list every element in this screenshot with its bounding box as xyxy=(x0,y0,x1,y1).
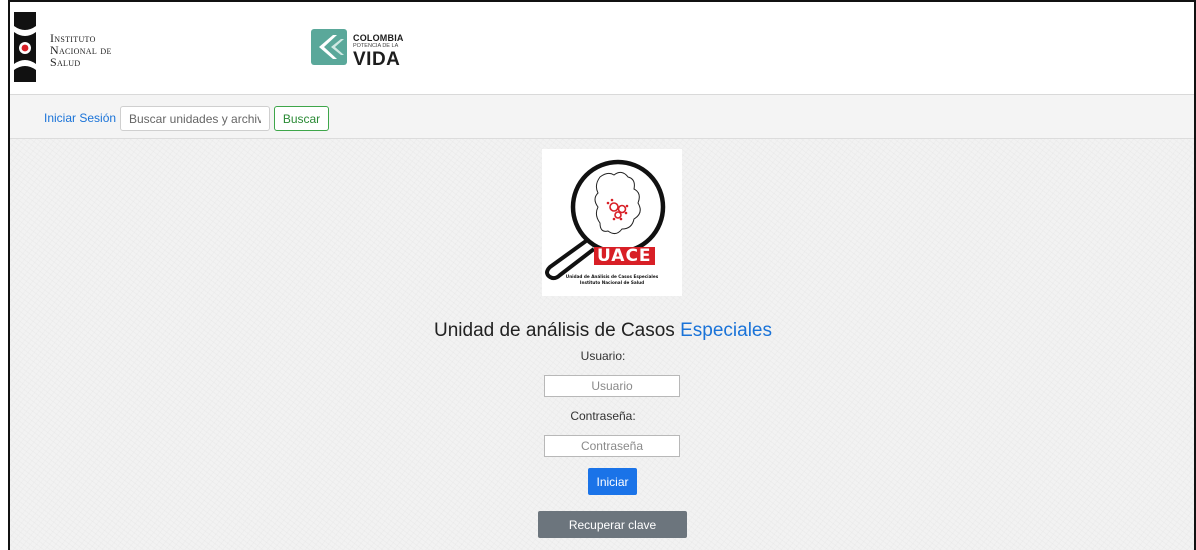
colombia-logo-line1: COLOMBIA xyxy=(353,33,404,43)
app-frame: Instituto Nacional de Salud COLOMBIA POT… xyxy=(8,0,1196,550)
ins-logo-line: Salud xyxy=(50,55,81,69)
ins-logo[interactable]: Instituto Nacional de Salud xyxy=(14,12,194,82)
uace-subtitle-line1: Unidad de Análisis de Casos Especiales xyxy=(565,274,659,279)
password-label: Contraseña: xyxy=(570,409,636,423)
login-button[interactable]: Iniciar xyxy=(588,468,637,495)
uace-logo: UACE Unidad de Análisis de Casos Especia… xyxy=(542,149,682,296)
page-title-prefix: Unidad de análisis de Casos xyxy=(434,320,675,341)
nav-bar: Iniciar Sesión Buscar xyxy=(10,95,1194,139)
colombia-potencia-logo[interactable]: COLOMBIA POTENCIA DE LA VIDA xyxy=(311,29,421,70)
search-button[interactable]: Buscar xyxy=(274,106,329,131)
page-title: Unidad de análisis de Casos Especiales xyxy=(10,320,1194,342)
ins-emblem-icon xyxy=(14,12,36,82)
uace-subtitle-line2: Instituto Nacional de Salud xyxy=(579,280,645,285)
login-link[interactable]: Iniciar Sesión xyxy=(44,111,116,125)
uace-wordmark-text: UACE xyxy=(597,246,652,266)
password-field[interactable] xyxy=(544,435,680,457)
user-label: Usuario: xyxy=(580,349,626,363)
search-input[interactable] xyxy=(120,106,270,131)
colombia-wave-icon xyxy=(311,29,347,65)
colombia-logo-line3: VIDA xyxy=(353,49,401,70)
recover-password-button[interactable]: Recuperar clave xyxy=(538,511,687,538)
uace-wordmark: UACE xyxy=(594,247,655,265)
ins-logo-text: Instituto Nacional de Salud xyxy=(50,32,112,68)
user-field[interactable] xyxy=(544,375,680,397)
site-header: Instituto Nacional de Salud COLOMBIA POT… xyxy=(10,2,1194,95)
page-title-accent: Especiales xyxy=(680,320,772,341)
